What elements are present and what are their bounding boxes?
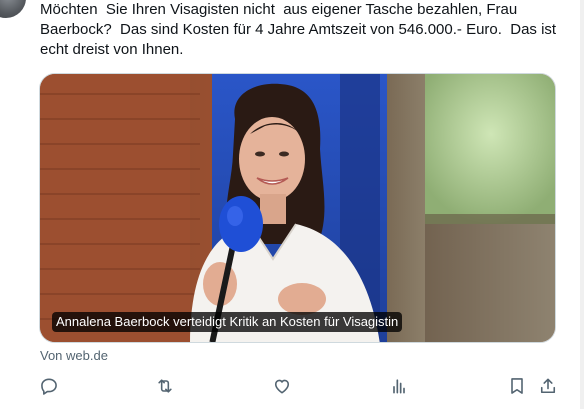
avatar[interactable] <box>0 0 26 18</box>
bookmark-button[interactable] <box>507 376 529 398</box>
tweet-text: Möchten Sie Ihren Visagisten nicht aus e… <box>40 1 561 58</box>
scrollbar[interactable] <box>580 0 584 409</box>
like-button[interactable] <box>272 376 294 398</box>
share-icon <box>540 378 556 394</box>
card-image <box>40 74 555 342</box>
bookmark-icon <box>511 378 523 394</box>
card-caption: Annalena Baerbock verteidigt Kritik an K… <box>52 312 403 332</box>
views-button[interactable] <box>389 376 411 398</box>
retweet-button[interactable] <box>155 376 177 398</box>
share-button[interactable] <box>538 376 560 398</box>
tweet-actions <box>0 372 584 402</box>
views-icon <box>393 379 405 394</box>
like-icon <box>274 379 290 394</box>
retweet-icon <box>158 379 172 393</box>
reply-icon <box>41 378 57 395</box>
link-card[interactable]: Annalena Baerbock verteidigt Kritik an K… <box>39 73 556 343</box>
card-source-link[interactable]: Von web.de <box>40 348 108 364</box>
reply-button[interactable] <box>39 376 61 398</box>
